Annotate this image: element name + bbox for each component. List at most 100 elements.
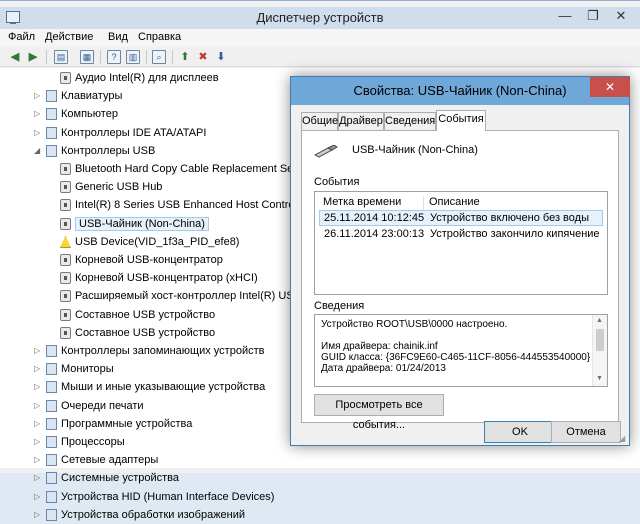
dialog-title: Свойства: USB-Чайник (Non-China) [353,83,567,98]
tree-row-label: Контроллеры запоминающих устройств [61,345,265,357]
details-line: Устройство ROOT\USB\0000 настроено. [321,319,508,330]
expand-arrow-icon[interactable]: ▷ [34,383,41,391]
minimize-button[interactable]: — [552,7,578,27]
details-line: Дата драйвера: 01/24/2013 [321,363,446,374]
ok-button[interactable]: OK [484,421,556,443]
tree-row-label: Процессоры [61,436,125,448]
event-row[interactable]: 25.11.2014 10:12:45 Устройство включено … [319,210,603,226]
expand-arrow-icon[interactable]: ▷ [34,474,41,482]
usb-device-icon [60,163,71,175]
network-adapter-icon [46,454,57,467]
back-arrow-icon[interactable]: ◀ [8,50,22,64]
tree-row-label: USB-Чайник (Non-China) [75,216,209,231]
expand-arrow-icon[interactable]: ▷ [34,401,41,409]
details-textbox[interactable]: Устройство ROOT\USB\0000 настроено. Имя … [314,314,608,387]
event-description: Устройство включено без воды [430,212,589,224]
dialog-close-button[interactable]: ✕ [590,77,630,97]
scroll-down-icon[interactable]: ▼ [596,375,603,382]
expand-arrow-icon[interactable]: ▷ [34,110,41,118]
imaging-device-icon [46,508,57,521]
tree-row-label: Системные устройства [61,472,180,485]
expand-arrow-icon[interactable]: ▷ [34,456,41,464]
menu-bar: Файл Действие Вид Справка [0,29,640,47]
scan-hardware-icon[interactable]: ⌕ [152,50,166,64]
tree-row-label: Контроллеры USB [61,144,156,157]
event-row[interactable]: 26.11.2014 23:00:13 Устройство закончило… [319,227,603,243]
printer-icon [46,399,57,412]
tree-row-label: Программные устройства [61,417,193,430]
maximize-button[interactable]: ❐ [580,7,606,27]
resize-grip-icon[interactable]: ◢ [619,435,627,443]
tree-row-label: Аудио Intel(R) для дисплеев [75,72,219,84]
help-icon[interactable]: ? [107,50,121,64]
tree-row-label: Клавиатуры [61,90,123,103]
properties-dialog: Свойства: USB-Чайник (Non-China) ✕ Общие… [290,76,630,446]
expand-arrow-icon[interactable]: ▷ [34,492,41,500]
tab-driver[interactable]: Драйвер [338,112,384,130]
tree-row-label: Сетевые адаптеры [61,454,159,467]
uninstall-device-icon[interactable]: ✖ [196,50,210,64]
usb-device-icon [60,199,71,212]
usb-device-icon [60,181,71,194]
tree-row-label: Корневой USB-концентратор [75,254,223,266]
tree-view-icon[interactable]: ▤ [54,50,68,64]
expand-arrow-icon[interactable]: ▷ [34,365,41,373]
view-all-events-button[interactable]: Просмотреть все события... [314,394,444,431]
tree-row-label: Мыши и иные указывающие устройства [61,381,266,394]
mouse-icon [46,381,57,394]
tree-row[interactable]: ▷ Устройства обработки изображений [0,506,640,524]
cancel-button[interactable]: Отмена [551,421,621,443]
menu-view[interactable]: Вид [108,31,128,43]
tree-row-label: Составное USB устройство [75,326,216,339]
toolbar: ◀ ▶ ▤ ▦ ? ▥ ⌕ ⬆ ✖ ⬇ [0,47,640,67]
menu-file[interactable]: Файл [8,31,35,43]
tab-details[interactable]: Сведения [384,112,436,130]
tree-row-label: Корневой USB-концентратор (xHCI) [75,272,258,285]
expand-arrow-icon[interactable]: ▷ [34,510,41,518]
scroll-up-icon[interactable]: ▲ [596,317,603,324]
menu-help[interactable]: Справка [138,31,181,43]
expand-arrow-icon[interactable]: ▷ [34,438,41,446]
menu-action[interactable]: Действие [45,31,93,43]
expand-arrow-icon[interactable]: ▷ [34,128,41,136]
usb-controller-icon [46,144,57,157]
events-list[interactable]: Метка времени Описание 25.11.2014 10:12:… [314,191,608,295]
usb-device-icon [60,254,71,266]
tree-row-label: USB Device(VID_1f3a_PID_efe8) [75,235,240,248]
tab-events[interactable]: События [436,110,486,131]
usb-device-icon [60,308,71,321]
hid-icon [46,490,57,503]
disable-device-icon[interactable]: ⬇ [214,50,228,64]
tree-row-label: Bluetooth Hard Copy Cable Replacement Se… [75,163,313,175]
details-scrollbar[interactable]: ▲ ▼ [592,315,607,386]
tree-row-label: Generic USB Hub [75,181,163,194]
tab-general[interactable]: Общие [301,112,338,130]
forward-arrow-icon[interactable]: ▶ [26,50,40,64]
keyboard-icon [46,90,57,103]
monitor-icon [46,363,57,376]
column-header-description[interactable]: Описание [429,196,480,208]
events-label: События [314,176,360,188]
event-time: 25.11.2014 10:12:45 [324,212,425,224]
speaker-icon [60,72,71,84]
properties-icon[interactable]: ▦ [80,50,94,64]
tree-row[interactable]: ▷ Устройства HID (Human Interface Devices… [0,488,640,506]
expand-arrow-icon[interactable]: ▷ [34,347,41,355]
scroll-thumb[interactable] [596,329,604,351]
collapse-arrow-icon[interactable]: ◢ [34,146,41,154]
usb-device-icon [60,217,71,230]
ide-controller-icon [46,126,57,139]
device-list-icon[interactable]: ▥ [126,50,140,64]
update-driver-icon[interactable]: ⬆ [178,50,192,64]
close-button[interactable]: ✕ [608,7,634,27]
dialog-title-bar: Свойства: USB-Чайник (Non-China) ✕ [291,77,630,105]
expand-arrow-icon[interactable]: ▷ [34,92,41,100]
tree-row-label: Очереди печати [61,399,144,412]
event-time: 26.11.2014 23:00:13 [324,228,425,240]
tree-row[interactable]: ▷ Сетевые адаптеры [0,451,640,469]
column-header-timestamp[interactable]: Метка времени [323,196,401,208]
expand-arrow-icon[interactable]: ▷ [34,419,41,427]
tree-row[interactable]: ▷ Системные устройства [0,469,640,487]
event-description: Устройство закончило кипячение [430,228,600,240]
tree-row-label: Компьютер [61,108,118,121]
